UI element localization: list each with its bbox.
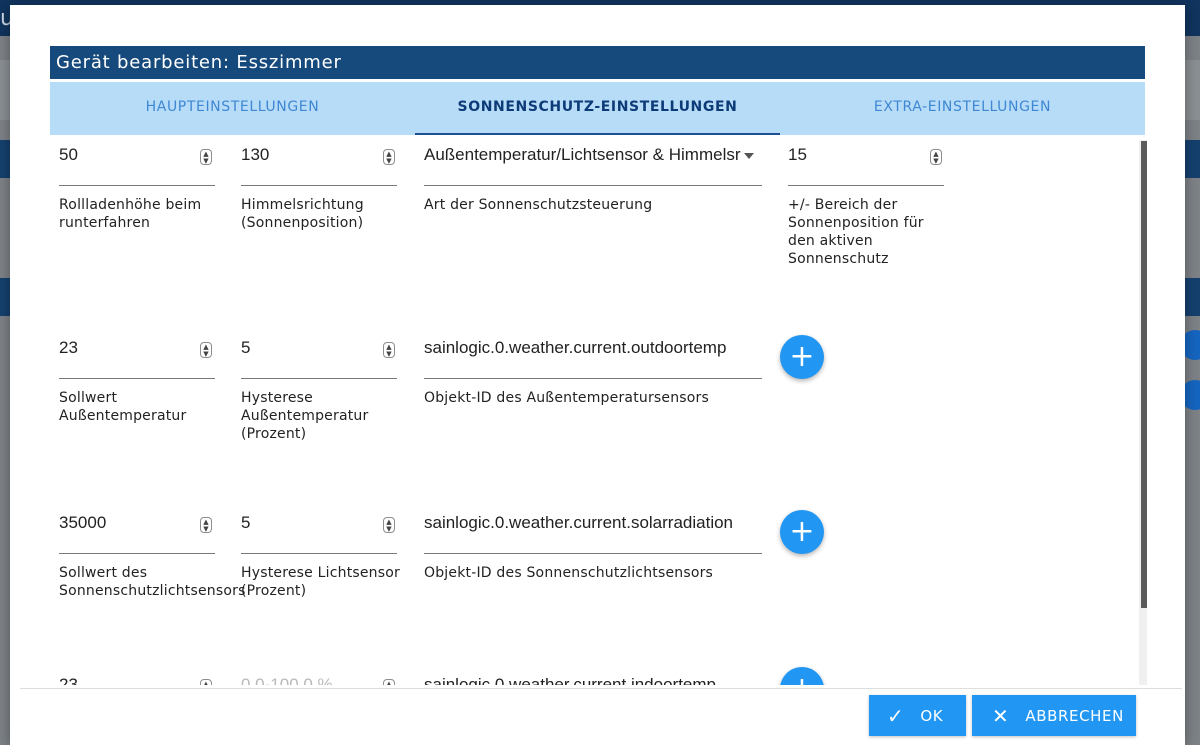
light-setpoint-label: Sollwert des Sonnenschutzlichtsensors <box>59 565 246 599</box>
tab-sun-protection-settings[interactable]: SONNENSCHUTZ-EINSTELLUNGEN <box>415 82 780 135</box>
outdoor-temp-hysteresis-input[interactable]: 5 <box>241 328 250 368</box>
tab-main-settings[interactable]: HAUPTEINSTELLUNGEN <box>50 82 415 135</box>
light-sensor-input[interactable]: sainlogic.0.weather.current.solarradiati… <box>424 503 762 543</box>
indoor-temp-hysteresis-input[interactable]: 0,0-100,0 % <box>241 665 333 685</box>
spinner-arrows-icon[interactable]: ▲▼ <box>383 342 395 358</box>
light-setpoint-input[interactable]: 35000 <box>59 503 106 543</box>
light-hysteresis-input[interactable]: 5 <box>241 503 250 543</box>
sun-range-input[interactable]: 15 <box>788 135 807 175</box>
dialog-title: Gerät bearbeiten: Esszimmer <box>50 46 1145 79</box>
cancel-button[interactable]: ✕ ABBRECHEN <box>972 695 1136 736</box>
sun-protection-type-select[interactable]: Außentemperatur/Lichtsensor & Himmelsr <box>424 135 762 175</box>
ok-button[interactable]: ✓ OK <box>869 695 966 736</box>
add-outdoor-temp-sensor-button[interactable]: + <box>780 335 824 379</box>
settings-form: 50 ▲ ▼ Rollladenhöhe beim runterfahren 13… <box>50 135 1146 685</box>
cancel-button-label: ABBRECHEN <box>1025 706 1124 725</box>
add-light-sensor-button[interactable]: + <box>780 510 824 554</box>
outdoor-temp-hysteresis-label: Hysterese Außentemperatur (Prozent) <box>241 390 369 442</box>
spinner-arrows-icon[interactable]: ▲▼ <box>383 517 395 533</box>
outdoor-temp-sensor-input[interactable]: sainlogic.0.weather.current.outdoortemp <box>424 328 762 368</box>
input-underline <box>59 185 215 186</box>
ok-button-label: OK <box>920 706 944 725</box>
indoor-temp-setpoint-input[interactable]: 23 <box>59 665 78 685</box>
close-icon: ✕ <box>992 703 1010 728</box>
shutter-height-input[interactable]: 50 <box>59 135 78 175</box>
add-indoor-temp-sensor-button[interactable]: + <box>780 667 824 685</box>
input-underline <box>241 185 397 186</box>
spinner-arrows-icon[interactable]: ▲▼ <box>930 149 942 165</box>
input-underline <box>241 553 397 554</box>
sky-direction-label: Himmelsrichtung (Sonnenposition) <box>241 197 364 231</box>
input-underline <box>59 378 215 379</box>
tab-bar: HAUPTEINSTELLUNGEN SONNENSCHUTZ-EINSTELL… <box>50 82 1145 135</box>
sun-range-label: +/- Bereich der Sonnenposition für den a… <box>788 197 924 267</box>
footer-divider <box>20 688 1182 689</box>
outdoor-temp-setpoint-input[interactable]: 23 <box>59 328 78 368</box>
input-underline <box>59 553 215 554</box>
spinner-arrows-icon[interactable]: ▲▼ <box>200 342 212 358</box>
spinner-arrows-icon[interactable]: ▲▼ <box>200 149 212 165</box>
spinner-arrows-icon[interactable]: ▲▼ <box>200 517 212 533</box>
input-underline <box>424 185 762 186</box>
tab-extra-settings[interactable]: EXTRA-EINSTELLUNGEN <box>780 82 1145 135</box>
light-hysteresis-label: Hysterese Lichtsensor (Prozent) <box>241 565 400 599</box>
spinner-arrows-icon[interactable]: ▲▼ <box>383 679 395 685</box>
outdoor-temp-sensor-label: Objekt-ID des Außentemperatursensors <box>424 390 709 406</box>
spinner-arrows-icon[interactable]: ▲▼ <box>200 679 212 685</box>
input-underline <box>788 185 944 186</box>
light-sensor-label: Objekt-ID des Sonnenschutzlichtsensors <box>424 565 714 581</box>
sky-direction-input[interactable]: 130 <box>241 135 269 175</box>
indoor-temp-sensor-input[interactable]: sainlogic.0.weather.current.indoortemp <box>424 665 762 685</box>
outdoor-temp-setpoint-label: Sollwert Außentemperatur <box>59 390 187 424</box>
sun-protection-type-label: Art der Sonnenschutzsteuerung <box>424 197 653 213</box>
input-underline <box>424 553 762 554</box>
check-icon: ✓ <box>887 703 905 728</box>
scrollbar-thumb[interactable] <box>1141 141 1147 608</box>
shutter-height-label: Rollladenhöhe beim runterfahren <box>59 197 202 231</box>
input-underline <box>424 378 762 379</box>
dropdown-arrow-icon[interactable] <box>744 153 754 159</box>
spinner-arrows-icon[interactable]: ▲▼ <box>383 149 395 165</box>
input-underline <box>241 378 397 379</box>
edit-device-dialog: Gerät bearbeiten: Esszimmer HAUPTEINSTEL… <box>10 5 1185 745</box>
